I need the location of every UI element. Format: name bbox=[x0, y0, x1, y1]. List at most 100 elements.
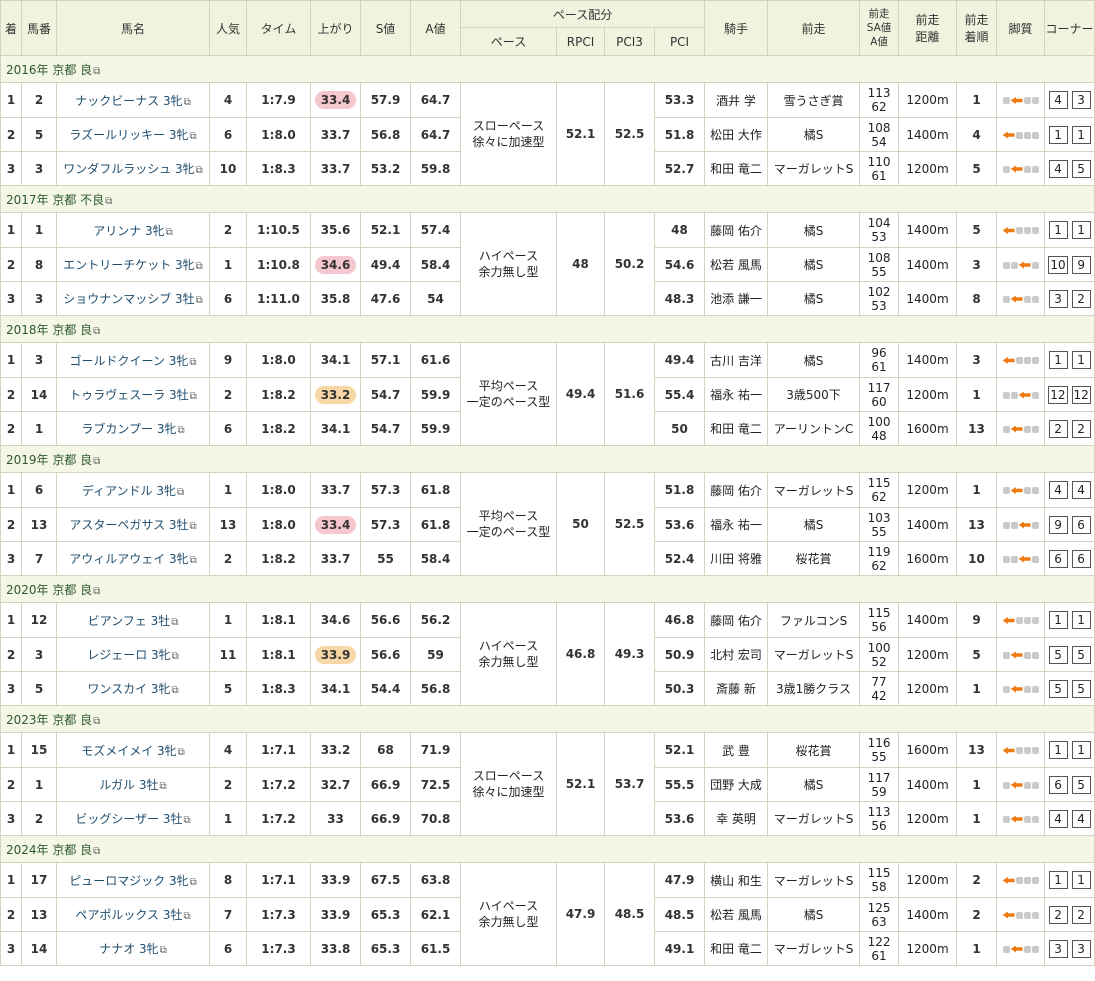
external-link-icon[interactable]: ⧉ bbox=[105, 196, 112, 207]
external-link-icon[interactable]: ⧉ bbox=[184, 815, 191, 826]
horse-name-link[interactable]: アリンナ 3牝 bbox=[93, 224, 164, 238]
cell-jockey[interactable]: 松若 風馬 bbox=[704, 247, 769, 282]
cell-jockey[interactable]: 酒井 学 bbox=[704, 82, 769, 118]
cell-jockey[interactable]: 幸 英明 bbox=[704, 801, 769, 836]
cell-prev-race[interactable]: 桜花賞 bbox=[767, 541, 861, 576]
horse-name-link[interactable]: ワンスカイ 3牝 bbox=[87, 682, 170, 696]
horse-name-link[interactable]: ビアンフェ 3牡 bbox=[88, 614, 171, 628]
cell-jockey[interactable]: 松田 大作 bbox=[704, 117, 769, 152]
cell-prev-race[interactable]: 桜花賞 bbox=[767, 732, 861, 768]
cell-prev-race[interactable]: 橘S bbox=[767, 507, 861, 542]
external-link-icon[interactable]: ⧉ bbox=[177, 425, 184, 436]
header-prev-rank[interactable]: 前走 着順 bbox=[956, 0, 998, 56]
cell-prev-race[interactable]: マーガレットS bbox=[767, 151, 861, 186]
horse-name-link[interactable]: アスターペガサス 3牡 bbox=[69, 518, 188, 532]
external-link-icon[interactable]: ⧉ bbox=[93, 846, 100, 857]
cell-prev-race[interactable]: 3歳500下 bbox=[767, 377, 861, 412]
cell-prev-race[interactable]: マーガレットS bbox=[767, 637, 861, 672]
cell-prev-race[interactable]: マーガレットS bbox=[767, 472, 861, 508]
external-link-icon[interactable]: ⧉ bbox=[93, 456, 100, 467]
header-jockey[interactable]: 騎手 bbox=[704, 0, 769, 56]
header-popularity[interactable]: 人気 bbox=[209, 0, 247, 56]
horse-name-link[interactable]: ラブカンプー 3牝 bbox=[81, 422, 176, 436]
external-link-icon[interactable]: ⧉ bbox=[189, 357, 196, 368]
header-rank[interactable]: 着 bbox=[0, 0, 22, 56]
cell-prev-race[interactable]: アーリントンC bbox=[767, 411, 861, 446]
header-pci[interactable]: PCI bbox=[653, 27, 706, 56]
cell-prev-race[interactable]: ファルコンS bbox=[767, 602, 861, 638]
cell-jockey[interactable]: 藤岡 佑介 bbox=[704, 212, 769, 248]
header-rpci[interactable]: RPCI bbox=[556, 27, 605, 56]
external-link-icon[interactable]: ⧉ bbox=[160, 945, 167, 956]
cell-jockey[interactable]: 池添 謙一 bbox=[704, 281, 769, 316]
header-pace[interactable]: ペース bbox=[460, 27, 557, 56]
cell-jockey[interactable]: 松若 風馬 bbox=[704, 897, 769, 932]
horse-name-link[interactable]: ナックビーナス 3牝 bbox=[75, 94, 182, 108]
header-prev-race[interactable]: 前走 bbox=[767, 0, 861, 56]
cell-jockey[interactable]: 斎藤 新 bbox=[704, 671, 769, 706]
header-running-style[interactable]: 脚質 bbox=[996, 0, 1046, 56]
header-prev-sa[interactable]: 前走 SA値 A値 bbox=[859, 0, 900, 56]
cell-prev-race[interactable]: マーガレットS bbox=[767, 862, 861, 898]
horse-name-link[interactable]: ラズールリッキー 3牝 bbox=[69, 128, 188, 142]
race-section-label[interactable]: 2017年 京都 不良 bbox=[6, 193, 104, 207]
external-link-icon[interactable]: ⧉ bbox=[93, 586, 100, 597]
cell-prev-race[interactable]: 橘S bbox=[767, 247, 861, 282]
race-section-label[interactable]: 2024年 京都 良 bbox=[6, 843, 92, 857]
header-horse[interactable]: 馬名 bbox=[56, 0, 210, 56]
header-last3f[interactable]: 上がり bbox=[310, 0, 361, 56]
external-link-icon[interactable]: ⧉ bbox=[93, 716, 100, 727]
header-gate[interactable]: 馬番 bbox=[21, 0, 57, 56]
cell-prev-race[interactable]: 橘S bbox=[767, 212, 861, 248]
header-corner[interactable]: コーナー bbox=[1044, 0, 1095, 56]
cell-jockey[interactable]: 藤岡 佑介 bbox=[704, 472, 769, 508]
header-pci3[interactable]: PCI3 bbox=[604, 27, 655, 56]
cell-jockey[interactable]: 武 豊 bbox=[704, 732, 769, 768]
cell-jockey[interactable]: 和田 竜二 bbox=[704, 151, 769, 186]
external-link-icon[interactable]: ⧉ bbox=[190, 131, 197, 142]
external-link-icon[interactable]: ⧉ bbox=[183, 911, 190, 922]
horse-name-link[interactable]: ペアポルックス 3牡 bbox=[75, 908, 182, 922]
cell-prev-race[interactable]: 橘S bbox=[767, 342, 861, 378]
cell-jockey[interactable]: 藤岡 佑介 bbox=[704, 602, 769, 638]
external-link-icon[interactable]: ⧉ bbox=[177, 487, 184, 498]
horse-name-link[interactable]: モズメイメイ 3牝 bbox=[81, 744, 176, 758]
horse-name-link[interactable]: ナナオ 3牝 bbox=[99, 942, 158, 956]
header-a-value[interactable]: A値 bbox=[410, 0, 461, 56]
cell-jockey[interactable]: 北村 宏司 bbox=[704, 637, 769, 672]
external-link-icon[interactable]: ⧉ bbox=[196, 165, 203, 176]
horse-name-link[interactable]: ゴールドクイーン 3牝 bbox=[70, 354, 189, 368]
external-link-icon[interactable]: ⧉ bbox=[190, 521, 197, 532]
cell-jockey[interactable]: 団野 大成 bbox=[704, 767, 769, 802]
cell-prev-race[interactable]: マーガレットS bbox=[767, 931, 861, 966]
header-time[interactable]: タイム bbox=[246, 0, 311, 56]
cell-jockey[interactable]: 横山 和生 bbox=[704, 862, 769, 898]
race-section-label[interactable]: 2020年 京都 良 bbox=[6, 583, 92, 597]
cell-prev-race[interactable]: 雪うさぎ賞 bbox=[767, 82, 861, 118]
cell-prev-race[interactable]: 3歳1勝クラス bbox=[767, 671, 861, 706]
external-link-icon[interactable]: ⧉ bbox=[196, 295, 203, 306]
cell-prev-race[interactable]: 橘S bbox=[767, 767, 861, 802]
external-link-icon[interactable]: ⧉ bbox=[196, 261, 203, 272]
horse-name-link[interactable]: ディアンドル 3牝 bbox=[82, 484, 176, 498]
external-link-icon[interactable]: ⧉ bbox=[190, 877, 197, 888]
race-section-label[interactable]: 2018年 京都 良 bbox=[6, 323, 92, 337]
cell-jockey[interactable]: 福永 祐一 bbox=[704, 507, 769, 542]
horse-name-link[interactable]: アウィルアウェイ 3牝 bbox=[69, 552, 188, 566]
external-link-icon[interactable]: ⧉ bbox=[171, 617, 178, 628]
cell-jockey[interactable]: 川田 将雅 bbox=[704, 541, 769, 576]
race-section-label[interactable]: 2023年 京都 良 bbox=[6, 713, 92, 727]
cell-jockey[interactable]: 福永 祐一 bbox=[704, 377, 769, 412]
external-link-icon[interactable]: ⧉ bbox=[93, 326, 100, 337]
external-link-icon[interactable]: ⧉ bbox=[190, 391, 197, 402]
header-prev-distance[interactable]: 前走 距離 bbox=[898, 0, 958, 56]
external-link-icon[interactable]: ⧉ bbox=[166, 227, 173, 238]
horse-name-link[interactable]: エントリーチケット 3牝 bbox=[63, 258, 194, 272]
cell-jockey[interactable]: 和田 竜二 bbox=[704, 931, 769, 966]
external-link-icon[interactable]: ⧉ bbox=[184, 97, 191, 108]
header-s-value[interactable]: S値 bbox=[360, 0, 411, 56]
external-link-icon[interactable]: ⧉ bbox=[159, 781, 166, 792]
external-link-icon[interactable]: ⧉ bbox=[178, 747, 185, 758]
external-link-icon[interactable]: ⧉ bbox=[172, 685, 179, 696]
horse-name-link[interactable]: ショウナンマッシブ 3牡 bbox=[63, 292, 194, 306]
